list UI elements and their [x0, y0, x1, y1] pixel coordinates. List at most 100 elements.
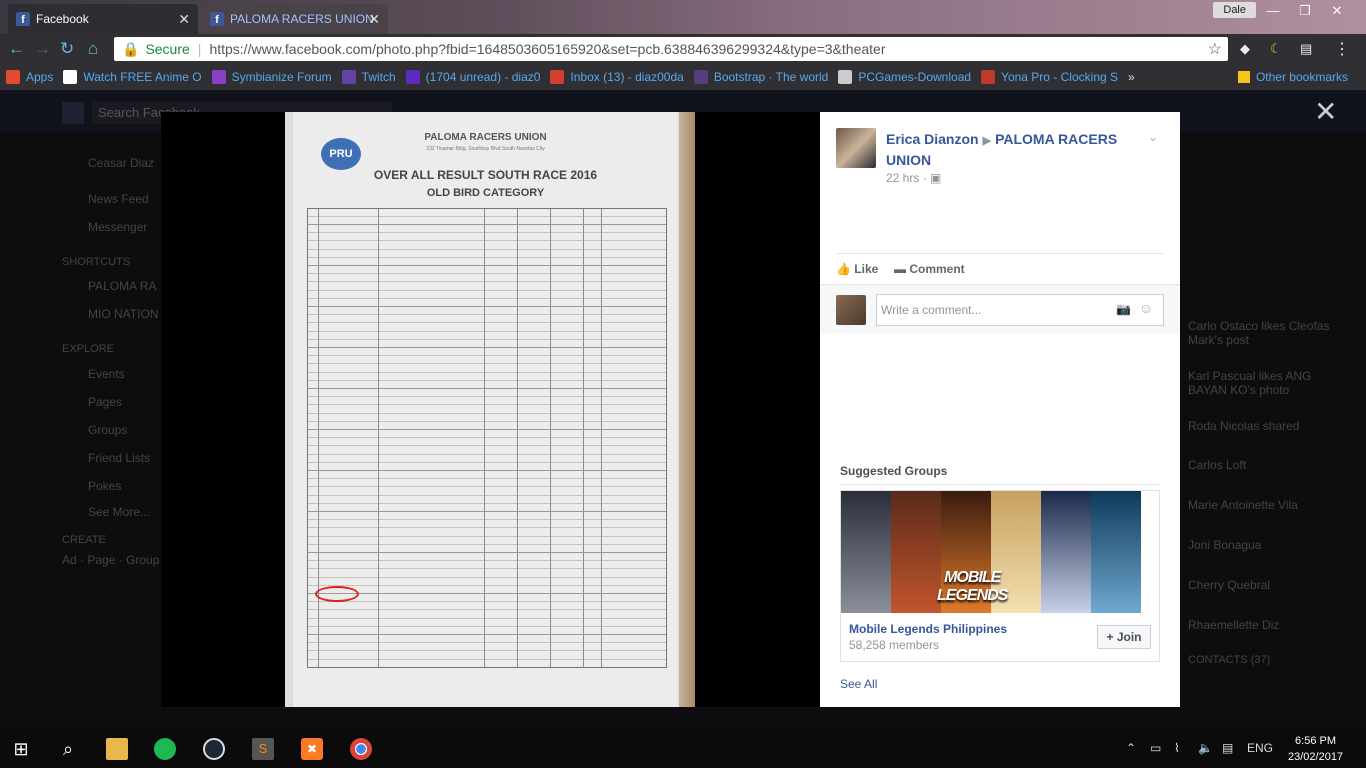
- other-bookmarks[interactable]: Other bookmarks: [1237, 70, 1348, 84]
- contact-item: Rhaemellette Diz: [1188, 618, 1280, 632]
- audience-icon: ▣: [930, 171, 942, 185]
- close-window-icon[interactable]: ✕: [1322, 2, 1352, 20]
- like-button[interactable]: 👍 Like: [836, 262, 878, 276]
- group-member-count: 58,258 members: [849, 638, 940, 652]
- back-icon[interactable]: ←: [8, 39, 25, 59]
- join-group-button[interactable]: + Join: [1097, 625, 1151, 649]
- post-options-chevron-icon[interactable]: ⌄: [1148, 130, 1158, 144]
- search-icon[interactable]: ⌕: [57, 738, 79, 760]
- moon-icon[interactable]: ☾: [1270, 41, 1282, 57]
- document-title: OVER ALL RESULT SOUTH RACE 2016: [373, 168, 598, 182]
- user-name: Ceasar Diaz: [88, 156, 155, 170]
- profile-button[interactable]: Dale: [1213, 2, 1256, 18]
- menu-icon[interactable]: ⋮: [1334, 39, 1350, 59]
- close-tab-icon[interactable]: ✕: [368, 11, 380, 28]
- my-avatar: [836, 295, 866, 325]
- left-menu-item: Friend Lists: [88, 451, 151, 465]
- xampp-icon[interactable]: ✖: [301, 738, 323, 760]
- bookmark-twitch[interactable]: Twitch: [341, 70, 396, 84]
- language-indicator[interactable]: ENG: [1247, 741, 1273, 755]
- chrome-icon[interactable]: [350, 738, 372, 760]
- bookmark-yahoo-mail[interactable]: (1704 unread) - diaz0: [405, 70, 540, 84]
- restore-icon[interactable]: ❐: [1290, 2, 1320, 20]
- bookmark-yona[interactable]: Yona Pro - Clocking S: [981, 70, 1118, 84]
- steam-icon[interactable]: [203, 738, 225, 760]
- windows-taskbar: ⊞ ⌕ S ✖ ⌃ ▭ ⌇ 🔈 ▤ ENG 6:56 PM 23/02/2017: [0, 730, 1366, 768]
- contact-item: Joni Bonagua: [1188, 538, 1262, 552]
- author-avatar[interactable]: [836, 128, 876, 168]
- clock-time: 6:56 PM: [1295, 735, 1337, 747]
- windows-start-icon[interactable]: ⊞: [10, 738, 32, 760]
- bookmark-symbianize[interactable]: Symbianize Forum: [211, 70, 332, 84]
- group-name-link[interactable]: Mobile Legends Philippines: [849, 622, 1007, 636]
- group-cover-image[interactable]: MOBILE LEGENDS: [841, 491, 1141, 613]
- post-header: Erica Dianzon ▶ PALOMA RACERS UNION: [886, 130, 1136, 170]
- spotify-icon[interactable]: [154, 738, 176, 760]
- document-org-name: PALOMA RACERS UNION: [424, 132, 547, 143]
- pcgames-icon: [838, 70, 853, 84]
- tab-title: Facebook: [36, 12, 89, 26]
- bookmarks-overflow[interactable]: »: [1128, 70, 1135, 84]
- comment-button[interactable]: ▬ Comment: [894, 262, 965, 276]
- browser-tab-bar: f Facebook ✕ f PALOMA RACERS UNION ✕ Dal…: [0, 0, 1366, 34]
- post-time[interactable]: 22 hrs · ▣: [886, 171, 941, 185]
- network-icon[interactable]: ▭: [1150, 741, 1161, 755]
- ticker-item: Roda Nicolas shared: [1188, 419, 1300, 433]
- reload-icon[interactable]: ↻: [60, 39, 74, 59]
- volume-icon[interactable]: 🔈: [1198, 741, 1213, 755]
- bookmark-gmail[interactable]: Inbox (13) - diaz00da: [550, 70, 684, 84]
- action-center-icon[interactable]: ▤: [1222, 741, 1233, 755]
- results-table: [307, 208, 667, 668]
- left-menu-item: Messenger: [88, 220, 148, 234]
- left-menu-item: See More...: [88, 505, 151, 519]
- divider: [836, 253, 1164, 254]
- address-bar[interactable]: 🔒 Secure | https://www.facebook.com/phot…: [114, 37, 1228, 61]
- home-icon[interactable]: ⌂: [88, 39, 98, 59]
- close-tab-icon[interactable]: ✕: [178, 11, 190, 28]
- red-circle-highlight: [315, 586, 359, 602]
- divider: [840, 484, 1160, 485]
- left-menu-item: SHORTCUTS: [62, 256, 131, 268]
- sublime-text-icon[interactable]: S: [252, 738, 274, 760]
- chevron-up-icon[interactable]: ⌃: [1126, 741, 1136, 755]
- left-menu-item: News Feed: [88, 192, 149, 206]
- bookmark-star-icon[interactable]: ☆: [1208, 39, 1222, 59]
- system-clock[interactable]: 6:56 PM 23/02/2017: [1288, 733, 1343, 765]
- tab-paloma-racers[interactable]: f PALOMA RACERS UNION ✕: [202, 4, 388, 34]
- file-explorer-icon[interactable]: [106, 738, 128, 760]
- yona-icon: [981, 70, 996, 84]
- left-menu-item: PALOMA RA: [88, 279, 157, 293]
- clock-date: 23/02/2017: [1288, 751, 1344, 763]
- bookmark-apps[interactable]: Apps: [6, 70, 53, 84]
- folder-icon: [1237, 71, 1250, 83]
- facebook-favicon-icon: f: [210, 12, 224, 26]
- minimize-icon[interactable]: —: [1258, 2, 1288, 20]
- tab-title: PALOMA RACERS UNION: [230, 12, 374, 26]
- contacts-header: CONTACTS (37): [1188, 654, 1271, 666]
- gmail-icon: [550, 70, 565, 84]
- see-all-link[interactable]: See All: [840, 677, 877, 691]
- mobile-legends-logo: MOBILE LEGENDS: [937, 569, 1008, 604]
- camera-icon[interactable]: 📷: [1116, 302, 1131, 316]
- result-sheet-photo[interactable]: PRU PALOMA RACERS UNION 232 Tinamar Bldg…: [285, 112, 695, 707]
- bookmark-pcgames[interactable]: PCGames-Download: [838, 70, 971, 84]
- document-address: 232 Tinamar Bldg. Southbay Blvd South Na…: [426, 146, 545, 152]
- comment-composer: Write a comment... 📷 ☺: [820, 284, 1180, 334]
- url-text[interactable]: https://www.facebook.com/photo.php?fbid=…: [209, 41, 885, 57]
- bookmark-anime[interactable]: Watch FREE Anime O: [63, 70, 202, 84]
- tab-facebook[interactable]: f Facebook ✕: [8, 4, 198, 34]
- browser-toolbar: ← → ↻ ⌂ 🔒 Secure | https://www.facebook.…: [0, 34, 1366, 64]
- extension-icon[interactable]: ◆: [1240, 41, 1250, 57]
- suggested-group-card[interactable]: MOBILE LEGENDS Mobile Legends Philippines…: [840, 490, 1160, 662]
- left-menu-item: Events: [88, 367, 125, 381]
- paper-sheet: PRU PALOMA RACERS UNION 232 Tinamar Bldg…: [293, 112, 678, 707]
- forward-icon[interactable]: →: [34, 39, 51, 59]
- left-menu-item: CREATE: [62, 534, 106, 546]
- separator: |: [197, 41, 202, 57]
- emoji-icon[interactable]: ☺: [1139, 300, 1153, 316]
- bookmark-bootstrap[interactable]: Bootstrap · The world: [693, 70, 828, 84]
- pdf-extension-icon[interactable]: ▤: [1300, 41, 1312, 57]
- wifi-icon[interactable]: ⌇: [1174, 741, 1180, 755]
- author-link[interactable]: Erica Dianzon: [886, 131, 979, 147]
- close-theater-icon[interactable]: ✕: [1314, 98, 1337, 126]
